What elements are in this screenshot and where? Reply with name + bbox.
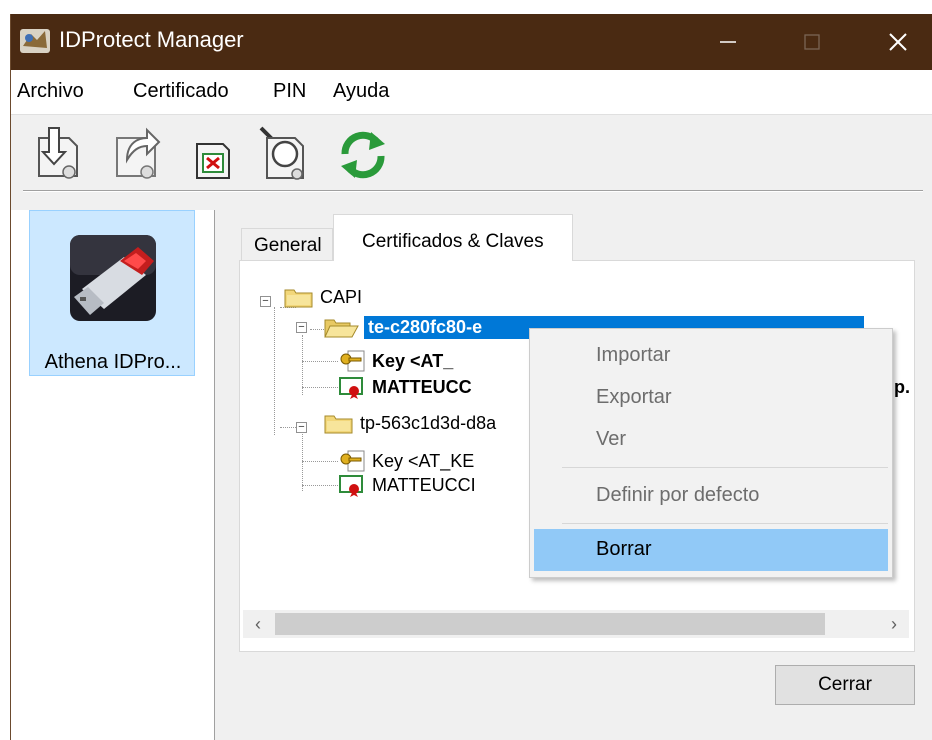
maximize-button[interactable] (777, 14, 847, 70)
tree-line (280, 427, 296, 428)
tree-node-overflow-text: p. (894, 376, 910, 397)
scrollbar-thumb[interactable] (275, 613, 825, 635)
window-title: IDProtect Manager (59, 27, 244, 52)
expand-toggle[interactable]: − (296, 322, 307, 333)
menu-archivo[interactable]: Archivo (17, 80, 84, 103)
device-label: Athena IDPro... (44, 351, 182, 373)
tree-node-label: Key <AT_KE (372, 450, 475, 471)
context-menu-ver[interactable]: Ver (530, 419, 892, 461)
menu-separator (562, 523, 888, 524)
key-icon (340, 450, 365, 472)
tree-node-label: CAPI (320, 286, 363, 307)
refresh-icon (341, 131, 385, 179)
context-menu-borrar[interactable]: Borrar (534, 529, 888, 571)
folder-icon (324, 415, 353, 434)
import-button[interactable] (33, 124, 89, 184)
menu-item-label: Definir por defecto (596, 484, 760, 506)
key-icon (340, 350, 365, 372)
export-button[interactable] (111, 124, 167, 184)
menu-certificado[interactable]: Certificado (133, 80, 229, 103)
certificate-icon (339, 475, 363, 497)
tree-line (302, 485, 338, 486)
tree-node-container-2[interactable]: tp-563c1d3d-d8a (324, 409, 496, 437)
tree-node-key-1[interactable]: Key <AT_ (338, 347, 453, 375)
menu-item-label: Borrar (596, 538, 652, 560)
app-window: IDProtect Manager Archivo Certificado PI… (10, 14, 932, 740)
tree-line (274, 307, 275, 435)
import-certificate-icon (38, 127, 78, 179)
minimize-icon (720, 41, 736, 43)
minimize-button[interactable] (693, 14, 763, 70)
view-button[interactable] (257, 124, 313, 184)
menu-ayuda[interactable]: Ayuda (333, 80, 389, 103)
expand-toggle[interactable]: − (296, 422, 307, 433)
menu-item-label: Ver (596, 428, 627, 450)
view-certificate-icon (259, 126, 304, 180)
folder-icon (284, 289, 313, 308)
tree-node-certificate-2[interactable]: MATTEUCCI (338, 471, 476, 499)
expand-toggle[interactable]: − (260, 296, 271, 307)
export-certificate-icon (116, 127, 161, 179)
context-menu-importar[interactable]: Importar (530, 335, 892, 377)
tree-line (302, 461, 338, 462)
open-folder-icon (324, 319, 359, 338)
refresh-button[interactable] (335, 124, 391, 184)
tree-node-label: MATTEUCC (372, 376, 472, 397)
menu-item-label: Importar (596, 344, 671, 366)
tree-line (302, 387, 338, 388)
context-menu: Importar Exportar Ver Definir por defect… (529, 328, 893, 578)
horizontal-scrollbar[interactable]: ‹ › (243, 610, 909, 638)
tab-certificados-claves[interactable]: Certificados & Claves (333, 214, 573, 261)
close-window-button[interactable] (863, 14, 932, 70)
scroll-right-icon[interactable]: › (879, 610, 909, 638)
device-panel: Athena IDPro... (11, 210, 215, 740)
tree-line (302, 335, 303, 395)
close-icon (889, 33, 907, 51)
tree-line (310, 329, 324, 330)
device-tile[interactable]: Athena IDPro... (29, 210, 195, 376)
app-icon (20, 29, 50, 53)
menu-pin[interactable]: PIN (273, 80, 306, 103)
menu-separator (562, 467, 888, 468)
maximize-icon (804, 34, 820, 50)
context-menu-exportar[interactable]: Exportar (530, 377, 892, 419)
context-menu-definir-por-defecto[interactable]: Definir por defecto (530, 475, 892, 517)
close-button[interactable]: Cerrar (775, 665, 915, 705)
tree-node-certificate-1[interactable]: MATTEUCC (338, 373, 472, 401)
toolbar-separator (23, 190, 923, 192)
tree-node-label: Key <AT_ (372, 350, 454, 371)
tree-node-label: MATTEUCCI (372, 474, 476, 495)
tree-node-label: tp-563c1d3d-d8a (360, 412, 497, 433)
delete-certificate-icon (196, 143, 230, 179)
menu-bar: Archivo Certificado PIN Ayuda (11, 70, 932, 115)
scroll-left-icon[interactable]: ‹ (243, 610, 273, 638)
tree-node-capi[interactable]: CAPI (284, 283, 362, 311)
tab-general[interactable]: General (241, 228, 333, 260)
tree-line (302, 361, 338, 362)
usb-token-icon (70, 235, 156, 321)
delete-button[interactable] (189, 124, 245, 184)
title-bar[interactable]: IDProtect Manager (11, 14, 932, 70)
certificate-icon (339, 377, 363, 399)
menu-item-label: Exportar (596, 386, 672, 408)
